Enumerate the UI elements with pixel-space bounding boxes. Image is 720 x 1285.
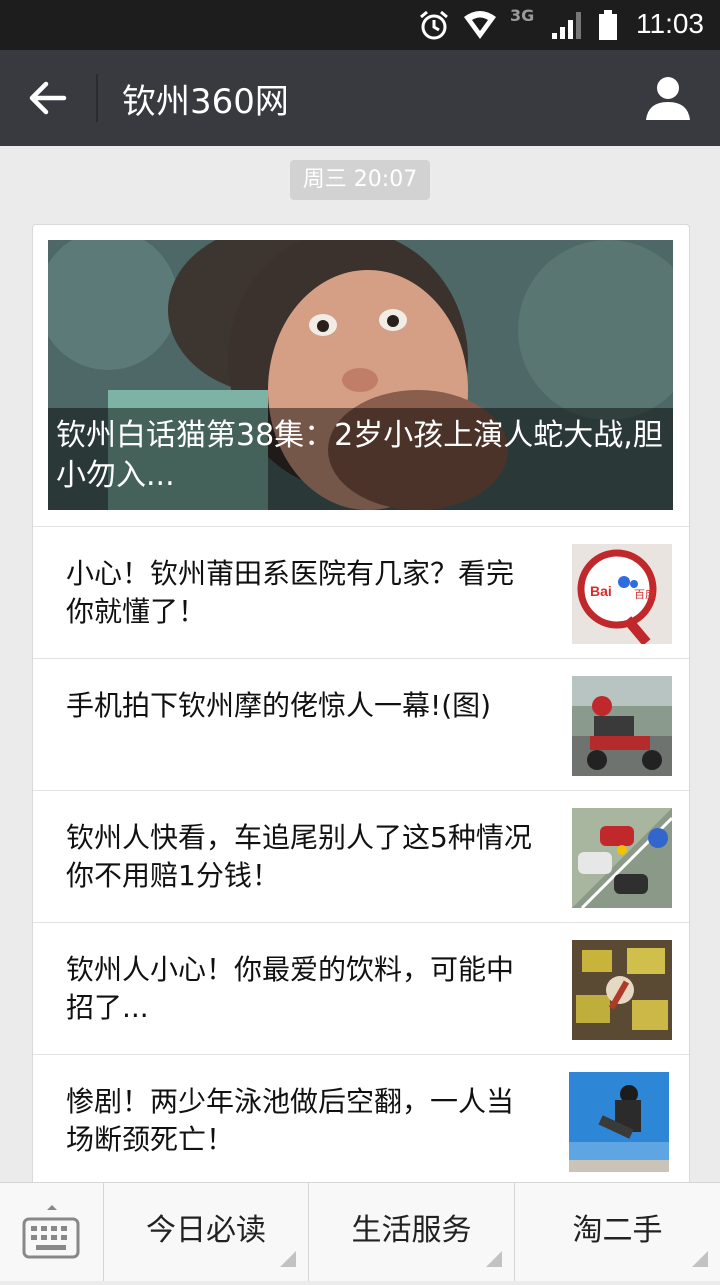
baidu-logo-text: 百度 xyxy=(634,587,656,601)
message-timestamp: 周三 20:07 xyxy=(290,160,430,200)
keyboard-icon xyxy=(22,1205,80,1259)
submenu-indicator-icon xyxy=(486,1251,502,1267)
list-item-thumbnail xyxy=(569,1072,669,1172)
arrow-left-icon xyxy=(29,81,67,115)
list-item[interactable]: 手机拍下钦州摩的佬惊人一幕!(图) xyxy=(33,658,689,791)
list-item[interactable]: 小心！钦州莆田系医院有几家？看完你就懂了！ Bai 百度 xyxy=(33,526,689,659)
menu-button-second-hand[interactable]: 淘二手 xyxy=(515,1183,720,1281)
page-title: 钦州360网 xyxy=(122,82,289,122)
list-item-title: 钦州人快看，车追尾别人了这5种情况你不用赔1分钱！ xyxy=(66,821,532,892)
list-item-title: 手机拍下钦州摩的佬惊人一幕!(图) xyxy=(66,689,492,722)
bottom-menu-bar: 今日必读 生活服务 淘二手 xyxy=(0,1182,720,1281)
battery-icon xyxy=(599,10,617,40)
list-item[interactable]: 钦州人快看，车追尾别人了这5种情况你不用赔1分钱！ xyxy=(33,790,689,923)
list-item-title: 钦州人小心！你最爱的饮料，可能中招了... xyxy=(66,953,515,1024)
svg-text:Bai: Bai xyxy=(590,583,612,599)
article-card: 钦州白话猫第38集：2岁小孩上演人蛇大战,胆小勿入... 小心！钦州莆田系医院有… xyxy=(32,224,690,1206)
list-item-thumbnail xyxy=(572,940,672,1040)
keyboard-toggle-button[interactable] xyxy=(0,1183,104,1281)
title-bar: 钦州360网 xyxy=(0,50,720,146)
list-item[interactable]: 惨剧！两少年泳池做后空翻，一人当场断颈死亡！ xyxy=(33,1054,689,1187)
back-button[interactable] xyxy=(20,70,76,126)
menu-button-label: 淘二手 xyxy=(572,1213,663,1248)
menu-button-today-read[interactable]: 今日必读 xyxy=(104,1183,309,1281)
person-icon xyxy=(646,77,690,120)
list-item[interactable]: 钦州人小心！你最爱的饮料，可能中招了... xyxy=(33,922,689,1055)
clock-time: 11:03 xyxy=(636,8,704,39)
list-item-thumbnail xyxy=(572,808,672,908)
wifi-icon xyxy=(464,11,496,39)
menu-button-life-services[interactable]: 生活服务 xyxy=(309,1183,515,1281)
signal-icon xyxy=(552,12,581,39)
submenu-indicator-icon xyxy=(280,1251,296,1267)
profile-button[interactable] xyxy=(642,72,694,124)
title-divider xyxy=(96,74,98,122)
cover-article[interactable]: 钦州白话猫第38集：2岁小孩上演人蛇大战,胆小勿入... xyxy=(48,240,673,510)
alarm-icon xyxy=(420,10,448,40)
cover-title: 钦州白话猫第38集：2岁小孩上演人蛇大战,胆小勿入... xyxy=(48,408,673,510)
list-item-thumbnail xyxy=(572,676,672,776)
list-item-title: 惨剧！两少年泳池做后空翻，一人当场断颈死亡！ xyxy=(66,1085,515,1156)
submenu-indicator-icon xyxy=(692,1251,708,1267)
network-type-label: 3G xyxy=(510,6,535,25)
list-item-title: 小心！钦州莆田系医院有几家？看完你就懂了！ xyxy=(66,557,515,628)
status-bar: 3G 11:03 xyxy=(0,0,720,50)
list-item-thumbnail: Bai 百度 xyxy=(572,544,672,644)
menu-button-label: 生活服务 xyxy=(351,1213,472,1248)
menu-button-label: 今日必读 xyxy=(146,1213,266,1248)
